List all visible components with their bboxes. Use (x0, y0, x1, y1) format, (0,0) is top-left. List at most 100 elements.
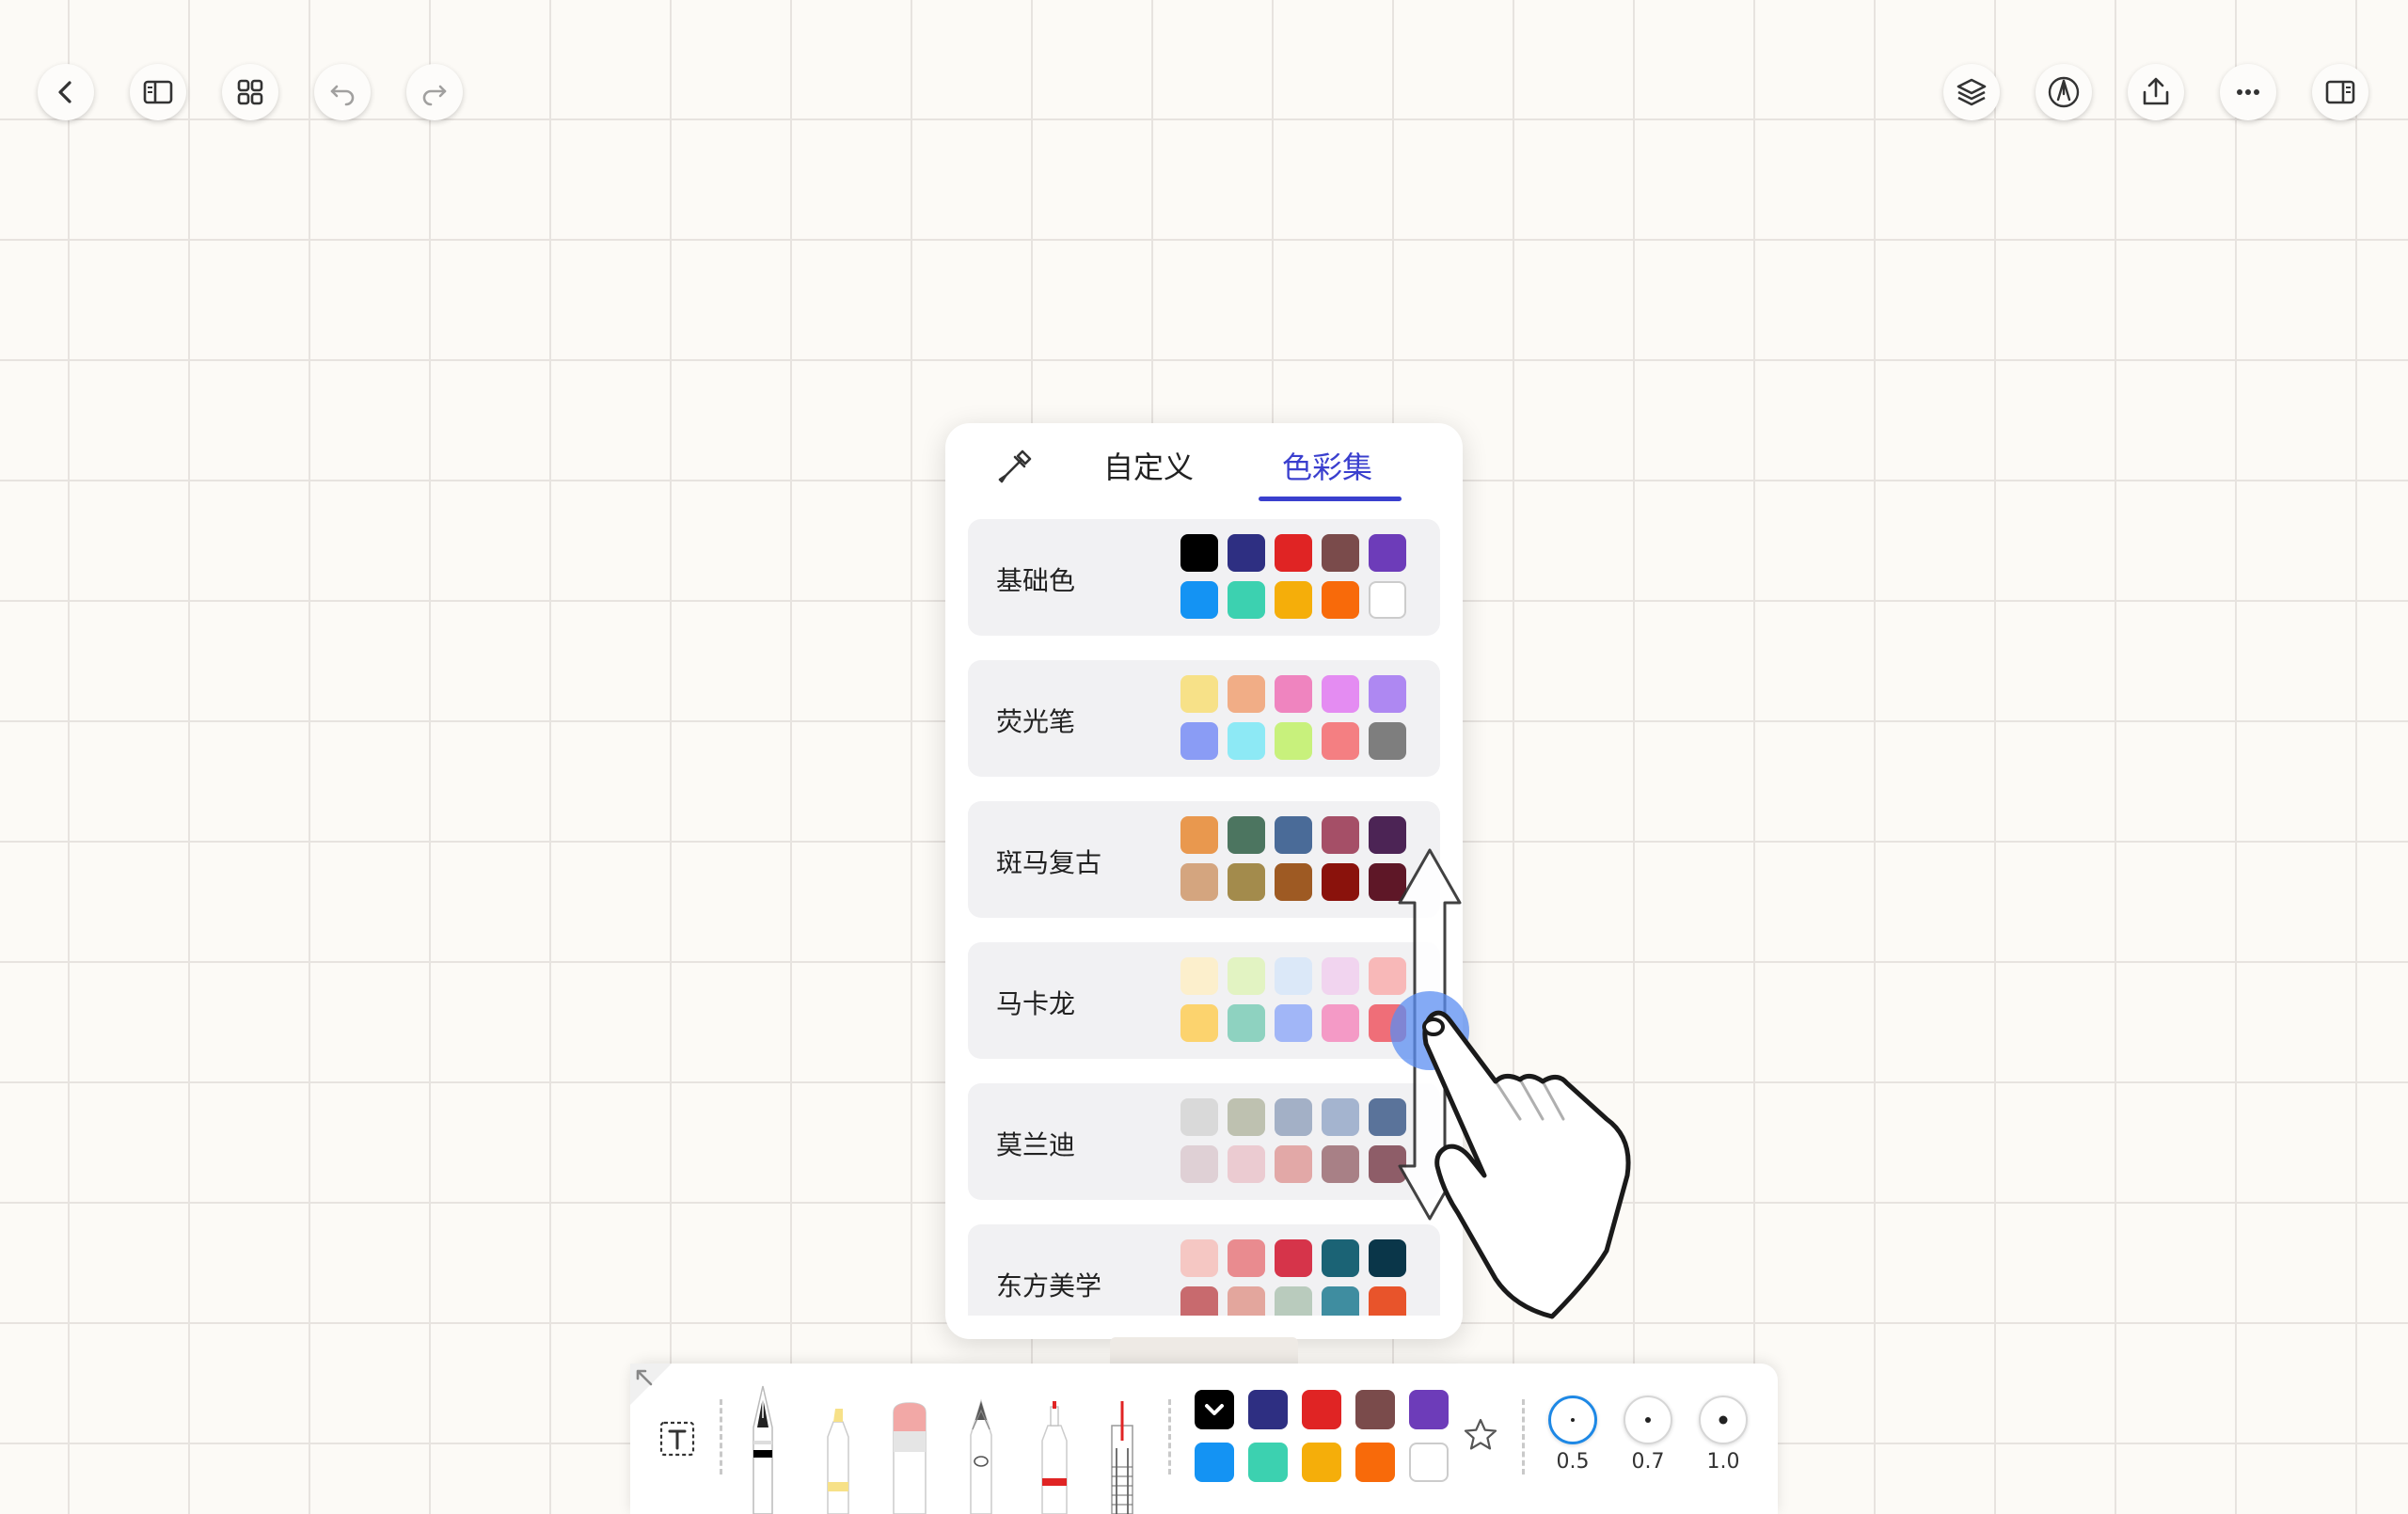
color-swatch[interactable] (1369, 581, 1406, 619)
toolbar-handle[interactable] (1110, 1337, 1298, 1364)
color-swatch[interactable] (1228, 863, 1265, 901)
color-swatch[interactable] (1275, 816, 1312, 854)
color-swatch[interactable] (1180, 1286, 1218, 1316)
toolbar-color-swatch[interactable] (1355, 1443, 1395, 1482)
stroke-size-dot (1719, 1415, 1728, 1425)
color-swatch[interactable] (1228, 1098, 1265, 1136)
right-panel-button[interactable] (2312, 64, 2368, 120)
color-swatch[interactable] (1228, 957, 1265, 995)
color-swatch[interactable] (1180, 863, 1218, 901)
fountain-pen-tool[interactable] (741, 1373, 784, 1514)
stroke-size-button[interactable] (1624, 1396, 1672, 1444)
eyedropper-icon[interactable] (994, 446, 1036, 487)
color-swatch[interactable] (1322, 722, 1359, 760)
color-swatch[interactable] (1180, 957, 1218, 995)
color-set-card[interactable]: 基础色 (968, 519, 1440, 636)
lasso-tool-icon[interactable] (630, 1364, 687, 1420)
color-swatch[interactable] (1322, 1145, 1359, 1183)
undo-button[interactable] (314, 64, 371, 120)
pen-mode-button[interactable] (2036, 64, 2092, 120)
color-swatch[interactable] (1369, 675, 1406, 713)
toolbar-color-swatch[interactable] (1409, 1443, 1449, 1482)
stroke-size-button[interactable] (1548, 1396, 1597, 1444)
color-swatch[interactable] (1180, 1004, 1218, 1042)
color-swatch[interactable] (1322, 816, 1359, 854)
color-swatch[interactable] (1322, 1239, 1359, 1277)
color-swatch[interactable] (1275, 1098, 1312, 1136)
more-dots-icon (2237, 89, 2259, 95)
color-swatch[interactable] (1228, 1286, 1265, 1316)
color-swatch[interactable] (1369, 722, 1406, 760)
pen-nib-icon (2048, 76, 2080, 108)
color-swatch[interactable] (1322, 1004, 1359, 1042)
marker-tool[interactable] (1033, 1373, 1076, 1514)
color-swatch[interactable] (1275, 1145, 1312, 1183)
color-swatch[interactable] (1180, 1145, 1218, 1183)
color-swatch[interactable] (1369, 534, 1406, 572)
layers-icon (1956, 78, 1987, 106)
color-swatch[interactable] (1322, 957, 1359, 995)
color-swatch[interactable] (1322, 863, 1359, 901)
toolbar-color-swatch[interactable] (1195, 1443, 1234, 1482)
eraser-tool[interactable] (886, 1373, 933, 1514)
color-swatch[interactable] (1275, 534, 1312, 572)
color-swatch[interactable] (1228, 1145, 1265, 1183)
color-swatch[interactable] (1228, 1239, 1265, 1277)
color-swatch[interactable] (1180, 1239, 1218, 1277)
color-swatch[interactable] (1275, 1286, 1312, 1316)
pen-toolbar: 0.5 0.7 1.0 (630, 1364, 1778, 1514)
layers-button[interactable] (1943, 64, 2000, 120)
toolbar-color-swatch[interactable] (1302, 1443, 1341, 1482)
color-swatch[interactable] (1180, 1098, 1218, 1136)
color-swatch[interactable] (1180, 722, 1218, 760)
share-button[interactable] (2128, 64, 2184, 120)
color-swatch[interactable] (1228, 722, 1265, 760)
toolbar-color-swatch[interactable] (1302, 1390, 1341, 1429)
back-button[interactable] (38, 64, 94, 120)
color-swatch[interactable] (1275, 863, 1312, 901)
color-swatch[interactable] (1228, 816, 1265, 854)
color-swatch[interactable] (1322, 581, 1359, 619)
toolbar-color-swatch[interactable] (1248, 1390, 1288, 1429)
toolbar-color-swatch[interactable] (1409, 1390, 1449, 1429)
stroke-size-button[interactable] (1699, 1396, 1748, 1444)
toolbar-color-swatch[interactable] (1248, 1443, 1288, 1482)
stroke-size-dot (1571, 1418, 1575, 1422)
color-swatch[interactable] (1228, 534, 1265, 572)
pencil-tool[interactable] (959, 1373, 1003, 1514)
color-swatch[interactable] (1322, 1286, 1359, 1316)
color-swatch[interactable] (1228, 581, 1265, 619)
color-swatch[interactable] (1275, 581, 1312, 619)
color-swatch[interactable] (1180, 675, 1218, 713)
sidebar-toggle-button[interactable] (130, 64, 186, 120)
color-swatch[interactable] (1322, 675, 1359, 713)
color-swatch[interactable] (1322, 1098, 1359, 1136)
redo-button[interactable] (406, 64, 463, 120)
color-set-name: 马卡龙 (996, 988, 1076, 1019)
toolbar-color-swatch[interactable] (1195, 1390, 1234, 1429)
color-swatch[interactable] (1180, 581, 1218, 619)
grid-view-button[interactable] (222, 64, 278, 120)
text-tool-icon[interactable] (658, 1420, 696, 1458)
color-set-card[interactable]: 荧光笔 (968, 660, 1440, 777)
color-set-name: 基础色 (996, 565, 1076, 596)
color-swatch[interactable] (1322, 534, 1359, 572)
color-swatch[interactable] (1275, 1004, 1312, 1042)
color-swatch[interactable] (1275, 1239, 1312, 1277)
color-swatch[interactable] (1228, 1004, 1265, 1042)
ruler-pen-tool[interactable] (1101, 1373, 1144, 1514)
color-swatch[interactable] (1275, 722, 1312, 760)
tab-color-sets[interactable]: 色彩集 (1282, 444, 1372, 487)
color-swatch[interactable] (1275, 957, 1312, 995)
tab-custom[interactable]: 自定义 (1103, 444, 1194, 487)
color-swatch[interactable] (1275, 675, 1312, 713)
sidebar-right-icon (2325, 80, 2355, 104)
star-favorite-icon[interactable] (1462, 1416, 1499, 1454)
highlighter-tool[interactable] (816, 1373, 860, 1514)
more-button[interactable] (2220, 64, 2276, 120)
toolbar-color-swatch[interactable] (1355, 1390, 1395, 1429)
color-swatch[interactable] (1228, 675, 1265, 713)
share-upload-icon (2143, 77, 2169, 105)
color-swatch[interactable] (1180, 816, 1218, 854)
color-swatch[interactable] (1180, 534, 1218, 572)
